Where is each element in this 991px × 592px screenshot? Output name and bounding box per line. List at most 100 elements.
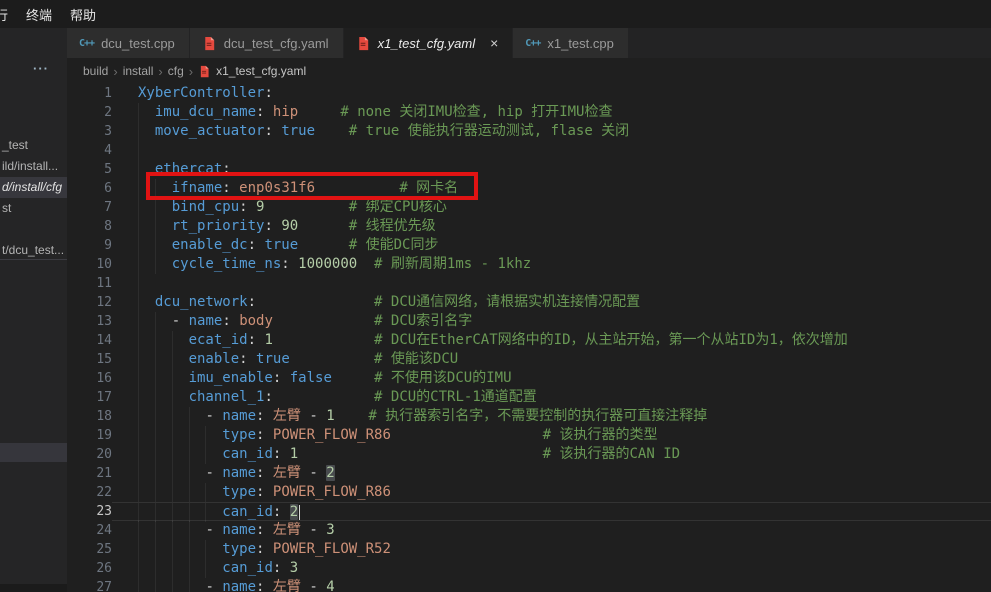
code-line-18[interactable]: 18 - name: 左臂 - 1 # 执行器索引名字，不需要控制的执行器可直接… [67, 407, 991, 426]
menu-item-1[interactable]: 终端 [17, 5, 61, 24]
indent-guide [138, 388, 139, 407]
tab-label: dcu_test.cpp [101, 36, 175, 51]
code-line-23[interactable]: 23 can_id: 2 [67, 502, 991, 521]
code-token [335, 408, 369, 424]
code-line-7[interactable]: 7 bind_cpu: 9 # 绑定CPU核心 [67, 198, 991, 217]
tab-x1_test_cfg.yaml[interactable]: x1_test_cfg.yaml× [344, 28, 513, 58]
code-token: # DCU通信网络，请根据实机连接情况配置 [374, 294, 640, 310]
menu-item-0[interactable]: 行 [0, 5, 17, 24]
code-token: - [205, 579, 213, 592]
code-line-content: move_actuator: true # true 使能执行器运动测试, fl… [112, 122, 991, 141]
code-token [264, 522, 272, 538]
breadcrumb-segment[interactable]: build [83, 64, 108, 78]
code-token: # none 关闭IMU检查, hip 打开IMU检查 [340, 104, 612, 120]
code-line-21[interactable]: 21 - name: 左臂 - 2 [67, 464, 991, 483]
code-token: : [281, 256, 289, 272]
indent-guide [138, 426, 139, 445]
code-line-27[interactable]: 27 - name: 左臂 - 4 [67, 578, 991, 592]
code-token: 4 [326, 579, 334, 592]
code-line-8[interactable]: 8 rt_priority: 90 # 线程优先级 [67, 217, 991, 236]
code-line-16[interactable]: 16 imu_enable: false # 不使用该DCU的IMU [67, 369, 991, 388]
tab-x1_test.cpp[interactable]: C++x1_test.cpp [513, 28, 628, 58]
code-line-25[interactable]: 25 type: POWER_FLOW_R52 [67, 540, 991, 559]
indent-guide [155, 369, 156, 388]
code-line-14[interactable]: 14 ecat_id: 1 # DCU在EtherCAT网络中的ID，从主站开始… [67, 331, 991, 350]
code-line-4[interactable]: 4 [67, 141, 991, 160]
code-line-3[interactable]: 3 move_actuator: true # true 使能执行器运动测试, … [67, 122, 991, 141]
cpp-file-icon: C++ [525, 38, 540, 49]
code-token [138, 161, 155, 177]
code-token [138, 370, 189, 386]
indent-guide [155, 464, 156, 483]
code-line-9[interactable]: 9 enable_dc: true # 使能DC同步 [67, 236, 991, 255]
code-line-content: enable_dc: true # 使能DC同步 [112, 236, 991, 255]
code-editor[interactable]: 1XyberController:2 imu_dcu_name: hip # n… [67, 84, 991, 592]
sidebar-item[interactable]: t/dcu_test... [0, 240, 67, 261]
code-token: 左臂 [273, 465, 301, 481]
breadcrumb-segment[interactable]: install [123, 64, 154, 78]
code-line-22[interactable]: 22 type: POWER_FLOW_R86 [67, 483, 991, 502]
code-token: name [222, 579, 256, 592]
code-token: can_id [222, 560, 273, 576]
code-token: 3 [290, 560, 298, 576]
indent-guide [138, 103, 139, 122]
code-line-2[interactable]: 2 imu_dcu_name: hip # none 关闭IMU检查, hip … [67, 103, 991, 122]
indent-guide [155, 388, 156, 407]
indent-guide [138, 179, 139, 198]
code-line-15[interactable]: 15 enable: true # 使能该DCU [67, 350, 991, 369]
code-token: name [189, 313, 223, 329]
code-line-5[interactable]: 5 ethercat: [67, 160, 991, 179]
code-token: : [222, 313, 230, 329]
chevron-right-icon: › [158, 64, 162, 79]
code-token: ecat_id [189, 332, 248, 348]
close-icon[interactable]: × [490, 35, 498, 51]
code-line-10[interactable]: 10 cycle_time_ns: 1000000 # 刷新周期1ms - 1k… [67, 255, 991, 274]
code-line-17[interactable]: 17 channel_1: # DCU的CTRL-1通道配置 [67, 388, 991, 407]
code-line-26[interactable]: 26 can_id: 3 [67, 559, 991, 578]
code-line-content: - name: 左臂 - 3 [112, 521, 991, 540]
code-line-6[interactable]: 6 ifname: enp0s31f6 # 网卡名 [67, 179, 991, 198]
tab-dcu_test_cfg.yaml[interactable]: dcu_test_cfg.yaml [190, 28, 343, 58]
code-line-content: - name: 左臂 - 1 # 执行器索引名字，不需要控制的执行器可直接注释掉 [112, 407, 991, 426]
code-line-19[interactable]: 19 type: POWER_FLOW_R86 # 该执行器的类型 [67, 426, 991, 445]
tab-dcu_test.cpp[interactable]: C++ dcu_test.cpp [67, 28, 189, 58]
code-line-20[interactable]: 20 can_id: 1 # 该执行器的CAN ID [67, 445, 991, 464]
code-token: # 使能DC同步 [349, 237, 439, 253]
indent-guide [172, 388, 173, 407]
code-token: - [205, 522, 213, 538]
code-token [138, 351, 189, 367]
code-line-content: ethercat: [112, 160, 991, 179]
sidebar-item[interactable]: st [0, 198, 67, 219]
cpp-file-icon: C++ [79, 38, 94, 49]
indent-guide [189, 559, 190, 578]
indent-guide [155, 445, 156, 464]
more-actions-icon[interactable]: ··· [33, 61, 49, 76]
indent-guide [138, 274, 139, 293]
line-number: 19 [67, 426, 112, 445]
menu-item-2[interactable]: 帮助 [61, 5, 105, 24]
code-token [315, 123, 349, 139]
sidebar-item[interactable]: _test [0, 135, 67, 156]
code-token: : [264, 218, 272, 234]
code-line-13[interactable]: 13 - name: body # DCU索引名字 [67, 312, 991, 331]
indent-guide [155, 483, 156, 502]
code-line-1[interactable]: 1XyberController: [67, 84, 991, 103]
code-token: hip [273, 104, 298, 120]
breadcrumb-segment[interactable]: cfg [168, 64, 184, 78]
sidebar-selection-band[interactable] [0, 443, 67, 462]
code-line-12[interactable]: 12 dcu_network: # DCU通信网络，请根据实机连接情况配置 [67, 293, 991, 312]
sidebar-item[interactable]: ild/install... [0, 156, 67, 177]
code-token [298, 446, 542, 462]
line-number: 11 [67, 274, 112, 293]
code-token [138, 104, 155, 120]
code-line-24[interactable]: 24 - name: 左臂 - 3 [67, 521, 991, 540]
code-token [318, 408, 326, 424]
breadcrumb-file[interactable]: x1_test_cfg.yaml [216, 64, 306, 78]
code-token: type [222, 427, 256, 443]
code-line-content: ecat_id: 1 # DCU在EtherCAT网络中的ID，从主站开始，第一… [112, 331, 991, 350]
indent-guide [172, 503, 173, 522]
code-token: 90 [281, 218, 298, 234]
code-line-11[interactable]: 11 [67, 274, 991, 293]
sidebar-item[interactable]: d/install/cfg [0, 177, 67, 198]
line-number: 12 [67, 293, 112, 312]
